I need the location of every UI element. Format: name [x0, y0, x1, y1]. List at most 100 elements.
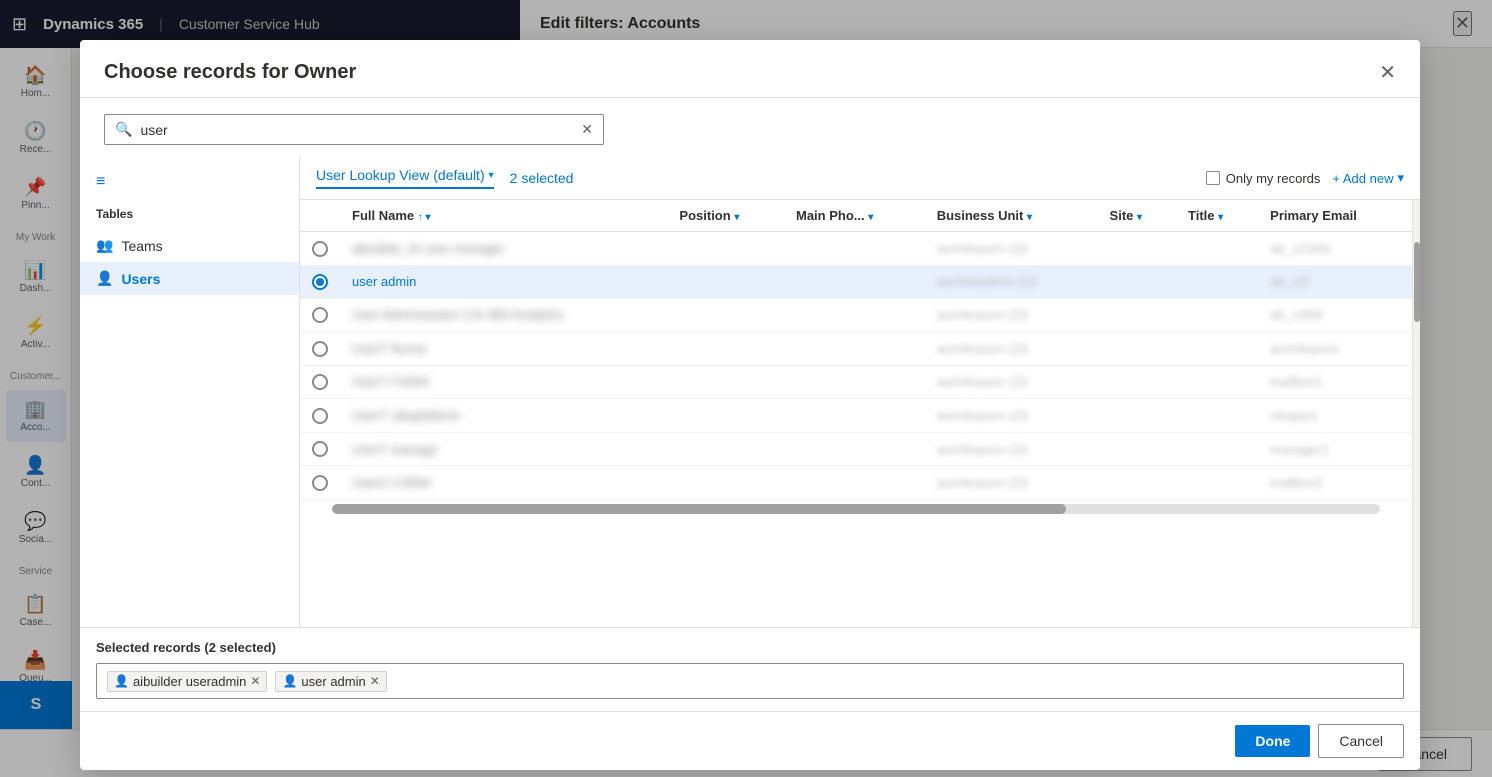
col-fullname-label: Full Name [352, 208, 414, 223]
fullname-link-2[interactable]: user admin [352, 274, 416, 289]
row-select-cell[interactable] [300, 265, 340, 298]
table-row[interactable]: UserT cikaplatform aurinkopuro (2)i cika… [300, 399, 1412, 433]
col-fullname[interactable]: Full Name ↑ ▾ [340, 200, 667, 232]
col-businessunit[interactable]: Business Unit ▾ [925, 200, 1098, 232]
left-panel-item-users[interactable]: 👤 Users [80, 262, 299, 295]
cell-site-4 [1098, 332, 1176, 366]
col-mainphone[interactable]: Main Pho... ▾ [784, 200, 925, 232]
only-my-records-checkbox[interactable] [1206, 171, 1220, 185]
vertical-scrollbar[interactable] [1412, 200, 1420, 627]
table-row[interactable]: aibuilder_AI user manager aurinkopuro (2… [300, 232, 1412, 266]
h-scrollbar-area[interactable] [300, 500, 1412, 518]
cell-mainphone-1 [784, 232, 925, 266]
row-radio-2[interactable] [312, 274, 328, 290]
fullname-4: UserT fiuvna [352, 341, 425, 356]
cell-bu-8: aurinkopuro (2)i [925, 466, 1098, 500]
col-position[interactable]: Position ▾ [667, 200, 784, 232]
selected-badge[interactable]: 2 selected [510, 170, 574, 186]
cell-title-7 [1176, 432, 1258, 466]
row-radio-5[interactable] [312, 374, 328, 390]
left-panel-item-teams[interactable]: 👥 Teams [80, 229, 299, 262]
fullname-1: aibuilder_AI user manager [352, 241, 504, 256]
row-select-cell[interactable] [300, 232, 340, 266]
col-mainphone-label: Main Pho... [796, 208, 865, 223]
row-radio-3[interactable] [312, 307, 328, 323]
right-panel: User Lookup View (default) ▾ 2 selected … [300, 157, 1420, 627]
cell-fullname-8: UserU C4094 [340, 466, 667, 500]
row-radio-6[interactable] [312, 408, 328, 424]
cell-position-3 [667, 298, 784, 332]
table-row[interactable]: UserU C4094 aurinkopuro (2)i mailbox2 [300, 466, 1412, 500]
cell-site-6 [1098, 399, 1176, 433]
cell-mainphone-6 [784, 399, 925, 433]
col-fullname-sort-icon: ↑ ▾ [418, 212, 431, 223]
table-row[interactable]: UserT manage aurinkopuro (2)i manager1 [300, 432, 1412, 466]
cell-mainphone-8 [784, 466, 925, 500]
cell-email-6: cikapty1 [1258, 399, 1412, 433]
tag-label-1: aibuilder useradmin [133, 674, 246, 689]
col-title[interactable]: Title ▾ [1176, 200, 1258, 232]
search-clear-button[interactable]: ✕ [581, 121, 593, 138]
cell-email-3: ab_c360i [1258, 298, 1412, 332]
cell-title-3 [1176, 298, 1258, 332]
cell-title-5 [1176, 365, 1258, 399]
cell-site-7 [1098, 432, 1176, 466]
selected-footer: Selected records (2 selected) 👤 aibuilde… [80, 627, 1420, 711]
row-radio-1[interactable] [312, 241, 328, 257]
col-select [300, 200, 340, 232]
fullname-8: UserU C4094 [352, 475, 431, 490]
hamburger-icon[interactable]: ≡ [80, 169, 299, 203]
cell-mainphone-2 [784, 265, 925, 298]
row-radio-7[interactable] [312, 441, 328, 457]
horizontal-scrollbar[interactable] [332, 504, 1380, 514]
cell-mainphone-4 [784, 332, 925, 366]
table-row[interactable]: UserT fiuvna aurinkopuro (2)i aurinkopur… [300, 332, 1412, 366]
tag-close-button-2[interactable]: ✕ [370, 674, 380, 688]
row-select-cell[interactable] [300, 432, 340, 466]
modal-close-button[interactable]: ✕ [1379, 60, 1396, 85]
view-selector[interactable]: User Lookup View (default) ▾ [316, 167, 494, 189]
cell-fullname-3: User Administrator CIA 360 Analytics [340, 298, 667, 332]
tag-close-button-1[interactable]: ✕ [250, 674, 260, 688]
fullname-5: UserT C4094 [352, 374, 429, 389]
col-businessunit-label: Business Unit [937, 208, 1024, 223]
cell-site-3 [1098, 298, 1176, 332]
row-select-cell[interactable] [300, 466, 340, 500]
table-row[interactable]: UserT C4094 aurinkopuro (2)i mailbox1 [300, 365, 1412, 399]
cell-bu-1: aurinkopuro (2)i [925, 232, 1098, 266]
cell-email-1: ab_12345i [1258, 232, 1412, 266]
col-site[interactable]: Site ▾ [1098, 200, 1176, 232]
search-input[interactable] [140, 122, 581, 138]
cell-title-2 [1176, 265, 1258, 298]
row-select-cell[interactable] [300, 298, 340, 332]
cell-mainphone-7 [784, 432, 925, 466]
cell-bu-4: aurinkopuro (2)i [925, 332, 1098, 366]
search-wrapper: 🔍 ✕ [104, 114, 604, 145]
cell-bu-3: aurinkopuro (2)i [925, 298, 1098, 332]
fullname-3: User Administrator CIA 360 Analytics [352, 307, 564, 322]
table-row[interactable]: user admin aurinkoadmin (2)i ab_u2i [300, 265, 1412, 298]
teams-label: Teams [121, 238, 162, 254]
fullname-6: UserT cikaplatform [352, 408, 461, 423]
row-radio-4[interactable] [312, 341, 328, 357]
col-email-label: Primary Email [1270, 208, 1357, 223]
cell-site-5 [1098, 365, 1176, 399]
only-my-records-toggle[interactable]: Only my records [1206, 171, 1321, 186]
add-new-button[interactable]: + Add new ▾ [1332, 170, 1404, 186]
view-chevron-icon: ▾ [489, 170, 494, 181]
h-scrollbar-thumb [332, 504, 1066, 514]
modal-body: ≡ Tables 👥 Teams 👤 Users User Lookup Vie… [80, 157, 1420, 627]
done-button[interactable]: Done [1235, 725, 1310, 757]
row-select-cell[interactable] [300, 365, 340, 399]
cell-bu-7: aurinkopuro (2)i [925, 432, 1098, 466]
cancel-button[interactable]: Cancel [1318, 724, 1404, 758]
row-select-cell[interactable] [300, 399, 340, 433]
col-title-label: Title [1188, 208, 1215, 223]
selected-tag-1: 👤 aibuilder useradmin ✕ [107, 671, 267, 692]
row-select-cell[interactable] [300, 332, 340, 366]
cell-fullname-2: user admin [340, 265, 667, 298]
row-radio-8[interactable] [312, 475, 328, 491]
table-row[interactable]: User Administrator CIA 360 Analytics aur… [300, 298, 1412, 332]
modal-title: Choose records for Owner [104, 61, 356, 84]
only-my-records-label: Only my records [1226, 171, 1321, 186]
